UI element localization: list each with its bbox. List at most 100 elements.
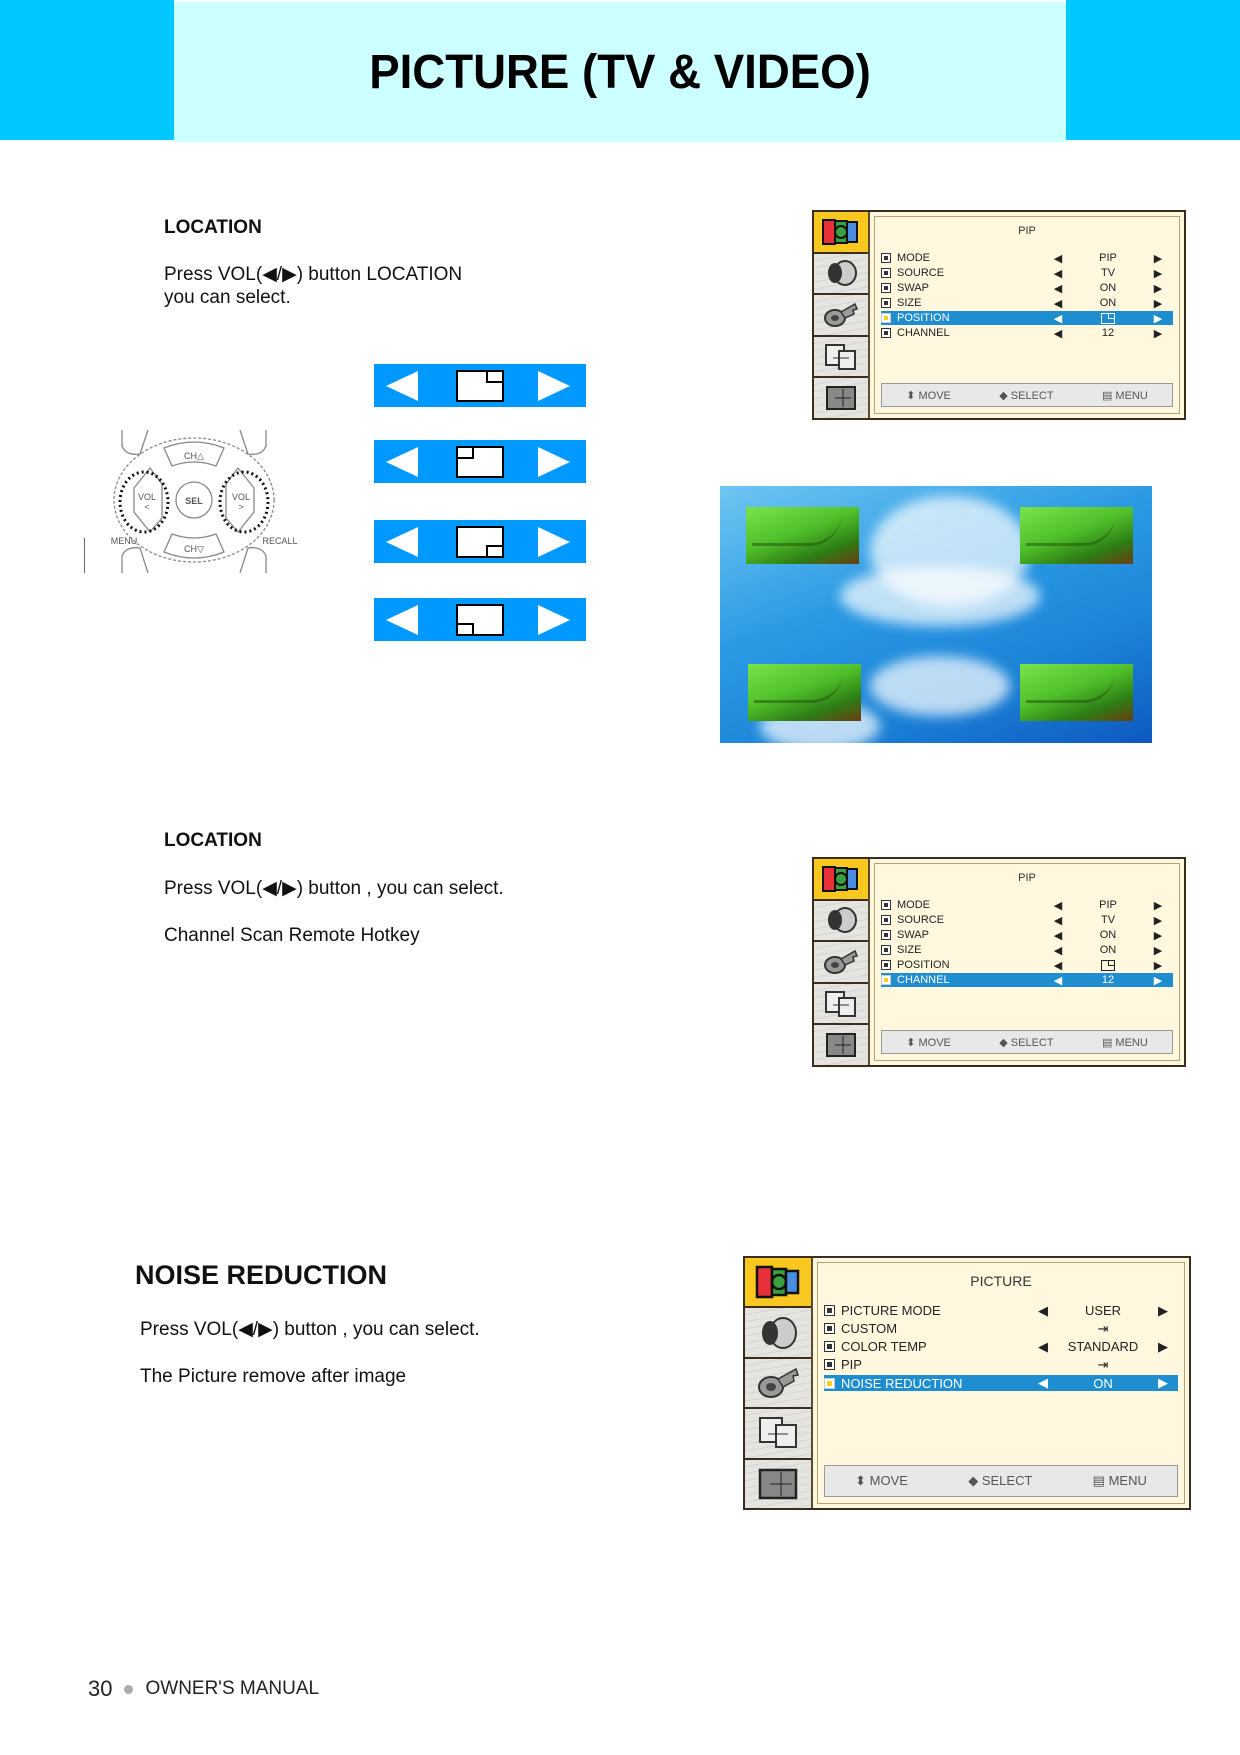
right-arrow-icon[interactable]: ▶ bbox=[1148, 1375, 1178, 1391]
footer-bullet-icon bbox=[124, 1684, 134, 1694]
location-option-bottom-right[interactable] bbox=[374, 520, 586, 563]
osd-row-source[interactable]: SOURCE ◀ TV ▶ bbox=[881, 266, 1173, 280]
left-arrow-icon[interactable]: ◀ bbox=[1043, 282, 1073, 295]
bullet-icon bbox=[881, 945, 891, 955]
bullet-icon bbox=[881, 298, 891, 308]
right-arrow-icon[interactable] bbox=[538, 605, 570, 635]
right-arrow-icon[interactable]: ▶ bbox=[1143, 282, 1173, 295]
right-arrow-icon[interactable]: ▶ bbox=[1143, 974, 1173, 987]
bullet-icon bbox=[881, 268, 891, 278]
right-arrow-icon[interactable]: ▶ bbox=[1143, 944, 1173, 957]
osd-row-picture-mode[interactable]: PICTURE MODE ◀ USER ▶ bbox=[824, 1302, 1178, 1319]
left-arrow-icon[interactable]: ◀ bbox=[1028, 1339, 1058, 1355]
osd-row-position[interactable]: POSITION ◀ ▶ bbox=[881, 958, 1173, 972]
pip-menu-icon[interactable] bbox=[814, 336, 868, 379]
left-arrow-icon[interactable]: ◀ bbox=[1043, 914, 1073, 927]
left-arrow-icon[interactable] bbox=[386, 605, 418, 635]
enter-icon[interactable]: ⇥ bbox=[1058, 1321, 1148, 1337]
osd-row-source[interactable]: SOURCE ◀ TV ▶ bbox=[881, 913, 1173, 927]
left-arrow-icon[interactable]: ◀ bbox=[1043, 267, 1073, 280]
right-arrow-icon[interactable] bbox=[538, 371, 570, 401]
left-arrow-icon[interactable]: ◀ bbox=[1043, 974, 1073, 987]
right-arrow-icon[interactable]: ▶ bbox=[1143, 959, 1173, 972]
screen-menu-icon[interactable] bbox=[814, 378, 868, 418]
bullet-icon bbox=[881, 975, 891, 985]
bullet-icon bbox=[881, 930, 891, 940]
left-arrow-icon[interactable]: ◀ bbox=[1043, 959, 1073, 972]
osd-row-channel[interactable]: CHANNEL ◀ 12 ▶ bbox=[881, 973, 1173, 987]
left-arrow-icon[interactable]: ◀ bbox=[1043, 297, 1073, 310]
osd-menu-pip-position: PIP MODE ◀ PIP ▶ SOURCE ◀ TV ▶ SWAP ◀ ON ▶ SIZE ◀ O… bbox=[812, 210, 1186, 420]
left-arrow-icon[interactable] bbox=[386, 527, 418, 557]
osd-icon-column bbox=[814, 859, 870, 1065]
osd-row-mode[interactable]: MODE ◀ PIP ▶ bbox=[881, 251, 1173, 265]
left-arrow-icon[interactable]: ◀ bbox=[1028, 1303, 1058, 1319]
osd-row-channel[interactable]: CHANNEL ◀ 12 ▶ bbox=[881, 326, 1173, 340]
osd-row-position[interactable]: POSITION ◀ ▶ bbox=[881, 311, 1173, 325]
right-arrow-icon[interactable] bbox=[538, 447, 570, 477]
osd-panel: PIP MODE ◀ PIP ▶ SOURCE ◀ TV ▶ SWAP ◀ ON ▶ SIZE ◀ O… bbox=[874, 863, 1180, 1061]
select-icon: ◆ bbox=[999, 1036, 1008, 1049]
osd-row-mode[interactable]: MODE ◀ PIP ▶ bbox=[881, 898, 1173, 912]
setup-menu-icon[interactable] bbox=[745, 1358, 811, 1410]
right-arrow-icon[interactable]: ▶ bbox=[1143, 297, 1173, 310]
right-arrow-icon[interactable]: ▶ bbox=[1143, 327, 1173, 340]
sound-menu-icon[interactable] bbox=[814, 253, 868, 296]
pip-menu-icon[interactable] bbox=[745, 1409, 811, 1460]
screen-menu-icon[interactable] bbox=[745, 1459, 811, 1509]
bullet-icon bbox=[881, 328, 891, 338]
svg-text:VOL: VOL bbox=[138, 492, 156, 502]
right-arrow-icon[interactable]: ▶ bbox=[1143, 929, 1173, 942]
osd-row-swap[interactable]: SWAP ◀ ON ▶ bbox=[881, 928, 1173, 942]
section2-line2: Channel Scan Remote Hotkey bbox=[164, 925, 420, 946]
screen-menu-icon[interactable] bbox=[814, 1025, 868, 1065]
right-arrow-icon[interactable]: ▶ bbox=[1143, 252, 1173, 265]
left-arrow-icon[interactable]: ◀ bbox=[1043, 929, 1073, 942]
left-arrow-icon[interactable]: ◀ bbox=[1043, 899, 1073, 912]
left-arrow-icon[interactable]: ◀ bbox=[1028, 1375, 1058, 1391]
picture-menu-icon[interactable] bbox=[814, 212, 868, 254]
move-label: MOVE bbox=[869, 1473, 908, 1488]
picture-menu-icon[interactable] bbox=[814, 859, 868, 901]
setup-menu-icon[interactable] bbox=[814, 295, 868, 337]
left-arrow-icon[interactable] bbox=[386, 447, 418, 477]
osd-row-swap[interactable]: SWAP ◀ ON ▶ bbox=[881, 281, 1173, 295]
osd-row-noise-reduction[interactable]: NOISE REDUCTION ◀ ON ▶ bbox=[824, 1375, 1178, 1391]
bullet-icon bbox=[881, 313, 891, 323]
left-arrow-icon[interactable] bbox=[386, 371, 418, 401]
section3-heading: NOISE REDUCTION bbox=[135, 1260, 388, 1290]
right-arrow-icon[interactable]: ▶ bbox=[1148, 1339, 1178, 1355]
section2-line1: Press VOL(◀/▶) button , you can select. bbox=[164, 878, 504, 899]
right-arrow-icon[interactable]: ▶ bbox=[1143, 899, 1173, 912]
pip-menu-icon[interactable] bbox=[814, 983, 868, 1026]
right-arrow-icon[interactable] bbox=[538, 527, 570, 557]
setup-menu-icon[interactable] bbox=[814, 942, 868, 984]
header-accent-left bbox=[0, 0, 174, 140]
osd-row-size[interactable]: SIZE ◀ ON ▶ bbox=[881, 296, 1173, 310]
bullet-icon bbox=[881, 900, 891, 910]
right-arrow-icon[interactable]: ▶ bbox=[1143, 914, 1173, 927]
right-arrow-icon[interactable]: ▶ bbox=[1148, 1303, 1178, 1319]
remote-top-right-key bbox=[239, 429, 267, 455]
bullet-icon bbox=[824, 1323, 835, 1334]
svg-text:<: < bbox=[144, 502, 149, 512]
remote-illustration: CH△ SEL VOL < VOL > CH▽ MENU RECALL bbox=[83, 429, 298, 574]
picture-menu-icon[interactable] bbox=[745, 1258, 811, 1309]
menu-icon: ▤ bbox=[1101, 389, 1113, 402]
right-arrow-icon[interactable]: ▶ bbox=[1143, 312, 1173, 325]
left-arrow-icon[interactable]: ◀ bbox=[1043, 252, 1073, 265]
location-option-top-left[interactable] bbox=[374, 440, 586, 483]
osd-row-color-temp[interactable]: COLOR TEMP ◀ STANDARD ▶ bbox=[824, 1338, 1178, 1355]
osd-row-size[interactable]: SIZE ◀ ON ▶ bbox=[881, 943, 1173, 957]
left-arrow-icon[interactable]: ◀ bbox=[1043, 327, 1073, 340]
sound-menu-icon[interactable] bbox=[814, 900, 868, 943]
enter-icon[interactable]: ⇥ bbox=[1058, 1357, 1148, 1373]
location-option-bottom-left[interactable] bbox=[374, 598, 586, 641]
right-arrow-icon[interactable]: ▶ bbox=[1143, 267, 1173, 280]
location-option-top-right[interactable] bbox=[374, 364, 586, 407]
left-arrow-icon[interactable]: ◀ bbox=[1043, 312, 1073, 325]
sound-menu-icon[interactable] bbox=[745, 1308, 811, 1359]
left-arrow-icon[interactable]: ◀ bbox=[1043, 944, 1073, 957]
osd-row-pip[interactable]: PIP ⇥ bbox=[824, 1356, 1178, 1373]
osd-row-custom[interactable]: CUSTOM ⇥ bbox=[824, 1320, 1178, 1337]
